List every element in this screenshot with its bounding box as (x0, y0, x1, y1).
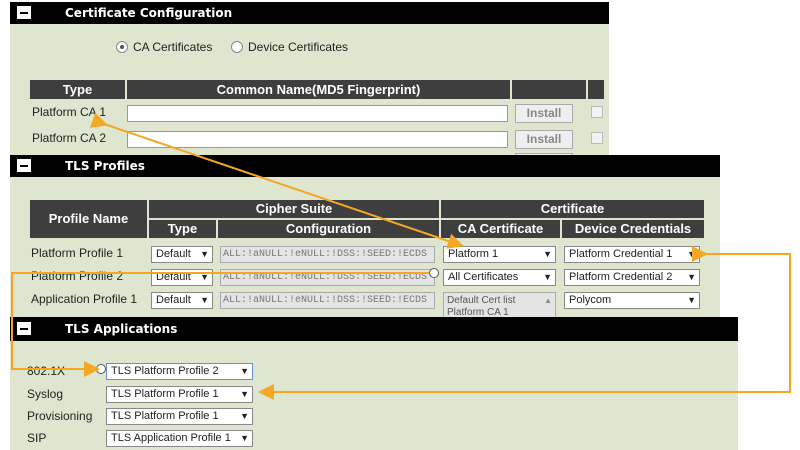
cipher-configuration-field: ALL:!aNULL:!eNULL:!DSS:!SEED:!ECDS (220, 292, 435, 309)
cipher-configuration-field: ALL:!aNULL:!eNULL:!DSS:!SEED:!ECDS (220, 269, 435, 286)
dropdown-arrow-icon: ▼ (543, 249, 552, 259)
dropdown-arrow-icon: ▼ (687, 295, 696, 305)
select-value: TLS Platform Profile 2 (111, 365, 219, 377)
dropdown-arrow-icon: ▼ (240, 433, 249, 443)
col-blank2-header (588, 80, 604, 99)
ca-certificates-radio[interactable] (116, 41, 128, 53)
profile-name: Platform Profile 2 (31, 269, 124, 283)
ca-certificate-select[interactable]: Platform 1 ▼ (443, 246, 556, 263)
collapse-icon[interactable] (17, 159, 31, 172)
dropdown-arrow-icon: ▼ (240, 366, 249, 376)
dropdown-arrow-icon: ▼ (687, 249, 696, 259)
dropdown-arrow-icon: ▼ (200, 249, 209, 259)
profile-name: Application Profile 1 (31, 292, 138, 306)
ca-list-item[interactable]: Platform CA 1 (447, 307, 552, 317)
collapse-icon[interactable] (17, 6, 31, 19)
tls-profiles-panel: TLS Profiles Profile Name Cipher Suite C… (10, 155, 720, 317)
device-credentials-select[interactable]: Platform Credential 1 ▼ (564, 246, 700, 263)
certificate-configuration-header: Certificate Configuration (10, 2, 609, 24)
application-profile-select[interactable]: TLS Application Profile 1 ▼ (106, 430, 253, 447)
ca-certificates-label: CA Certificates (133, 40, 213, 54)
col-ca-certificate-header: CA Certificate (441, 220, 560, 238)
common-name-input[interactable] (127, 131, 508, 148)
install-button[interactable]: Install (515, 104, 573, 123)
col-common-name-header: Common Name(MD5 Fingerprint) (127, 80, 510, 99)
select-value: Platform Credential 2 (569, 271, 673, 283)
device-certificates-radio[interactable] (231, 41, 243, 53)
profile-name: Platform Profile 1 (31, 246, 124, 260)
col-type-header: Type (149, 220, 216, 238)
col-device-credentials-header: Device Credentials (562, 220, 704, 238)
scroll-up-icon[interactable]: ▲ (544, 295, 552, 307)
select-value: Default (156, 294, 191, 306)
application-label: Provisioning (27, 409, 93, 423)
connector-circle (96, 364, 106, 374)
device-credentials-select[interactable]: Platform Credential 2 ▼ (564, 269, 700, 286)
col-certificate-header: Certificate (441, 200, 704, 218)
select-value: TLS Platform Profile 1 (111, 410, 219, 422)
application-label: 802.1X (27, 364, 66, 378)
tls-applications-title: TLS Applications (65, 322, 178, 336)
col-blank-header (512, 80, 586, 99)
select-value: Platform Credential 1 (569, 248, 673, 260)
select-value: Platform 1 (448, 248, 499, 260)
select-value: Default (156, 248, 191, 260)
connector-circle (429, 268, 439, 278)
ca-certificate-list[interactable]: Default Cert list Platform CA 1 ▲ (443, 292, 556, 317)
tls-profiles-title: TLS Profiles (65, 159, 145, 173)
install-button[interactable]: Install (515, 130, 573, 149)
application-profile-select[interactable]: TLS Platform Profile 1 ▼ (106, 408, 253, 425)
application-label: Syslog (27, 387, 64, 401)
collapse-icon[interactable] (17, 322, 31, 335)
col-type-header: Type (30, 80, 125, 99)
col-configuration-header: Configuration (218, 220, 439, 238)
cert-row-type: Platform CA 1 (32, 105, 107, 119)
col-cipher-suite-header: Cipher Suite (149, 200, 439, 218)
device-certificates-label: Device Certificates (248, 40, 349, 54)
dropdown-arrow-icon: ▼ (200, 295, 209, 305)
dropdown-arrow-icon: ▼ (543, 272, 552, 282)
certificate-configuration-panel: Certificate Configuration CA Certificate… (10, 2, 609, 157)
application-profile-select[interactable]: TLS Platform Profile 1 ▼ (106, 386, 253, 403)
dropdown-arrow-icon: ▼ (200, 272, 209, 282)
application-profile-select[interactable]: TLS Platform Profile 2 ▼ (106, 363, 253, 380)
cert-row-checkbox[interactable] (591, 132, 603, 144)
cert-row-checkbox[interactable] (591, 106, 603, 118)
common-name-input[interactable] (127, 105, 508, 122)
tls-applications-header: TLS Applications (10, 317, 738, 341)
ca-list-item[interactable]: Default Cert list (447, 295, 552, 307)
device-credentials-select[interactable]: Polycom ▼ (564, 292, 700, 309)
select-value: TLS Application Profile 1 (111, 432, 231, 444)
select-value: All Certificates (448, 271, 519, 283)
select-value: TLS Platform Profile 1 (111, 388, 219, 400)
cipher-type-select[interactable]: Default ▼ (151, 246, 213, 263)
dropdown-arrow-icon: ▼ (240, 389, 249, 399)
select-value: Polycom (569, 294, 612, 306)
col-profile-name-header: Profile Name (30, 200, 147, 238)
dropdown-arrow-icon: ▼ (687, 272, 696, 282)
select-value: Default (156, 271, 191, 283)
tls-applications-panel: TLS Applications 802.1X TLS Platform Pro… (10, 317, 738, 450)
ca-certificate-select[interactable]: All Certificates ▼ (443, 269, 556, 286)
cert-row-type: Platform CA 2 (32, 131, 107, 145)
cipher-type-select[interactable]: Default ▼ (151, 292, 213, 309)
dropdown-arrow-icon: ▼ (240, 411, 249, 421)
certificate-configuration-title: Certificate Configuration (65, 6, 233, 20)
cipher-type-select[interactable]: Default ▼ (151, 269, 213, 286)
tls-profiles-header: TLS Profiles (10, 155, 720, 177)
cipher-configuration-field: ALL:!aNULL:!eNULL:!DSS:!SEED:!ECDS (220, 246, 435, 263)
application-label: SIP (27, 431, 47, 445)
